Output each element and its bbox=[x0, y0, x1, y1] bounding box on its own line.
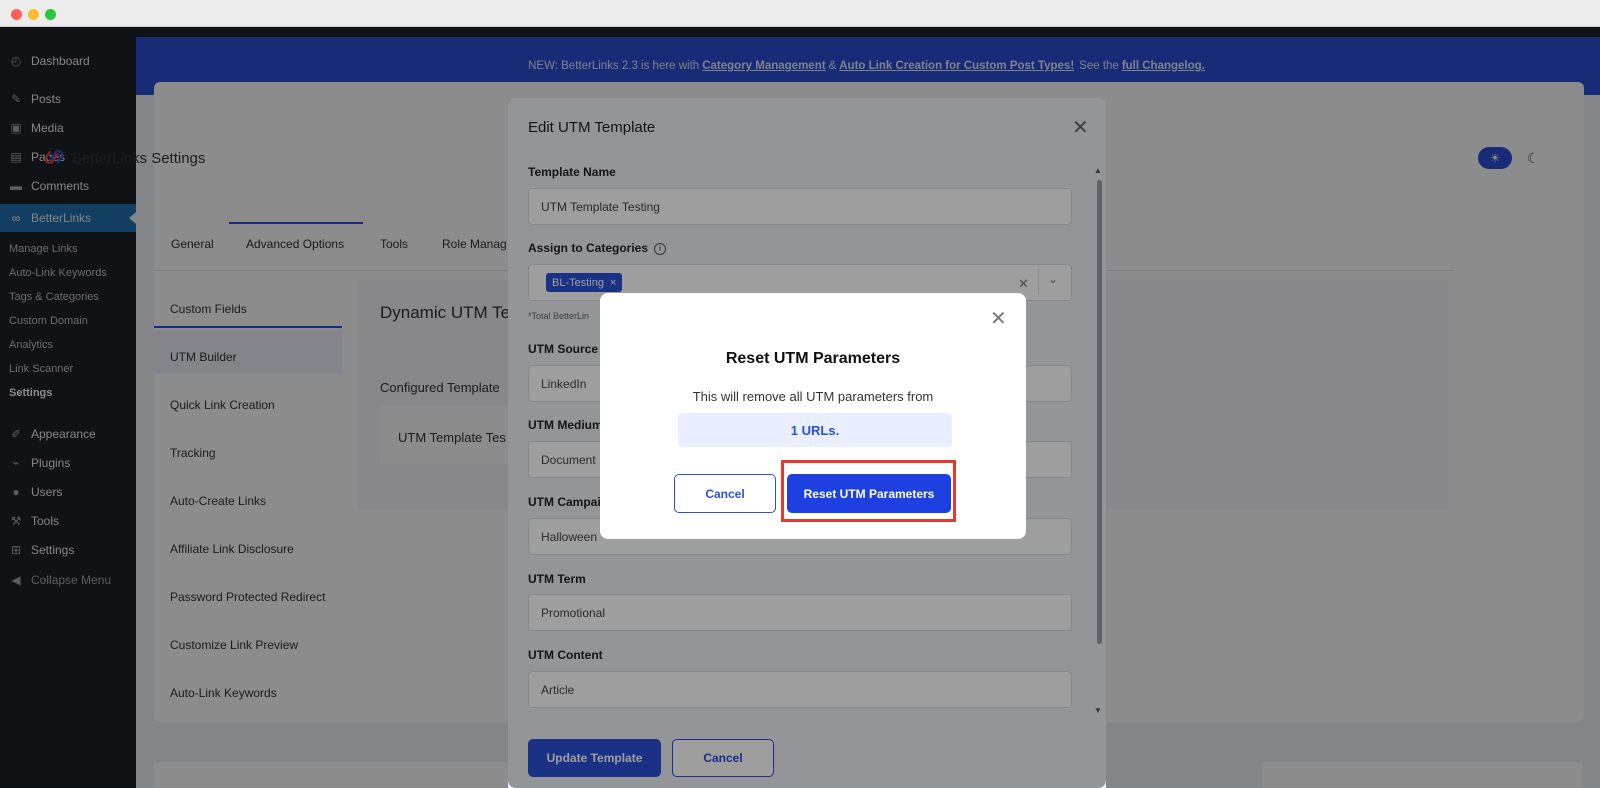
dialog-cancel-button[interactable]: Cancel bbox=[674, 474, 776, 513]
close-window-button[interactable] bbox=[11, 9, 22, 20]
browser-titlebar bbox=[0, 0, 1600, 27]
highlight-box bbox=[781, 460, 956, 522]
dialog-title: Reset UTM Parameters bbox=[725, 350, 901, 367]
minimize-window-button[interactable] bbox=[28, 9, 39, 20]
dialog-message: This will remove all UTM parameters from bbox=[692, 389, 934, 404]
dialog-close-icon[interactable]: ✕ bbox=[990, 309, 1007, 329]
maximize-window-button[interactable] bbox=[45, 9, 56, 20]
url-count-badge: 1 URLs. bbox=[678, 413, 952, 447]
